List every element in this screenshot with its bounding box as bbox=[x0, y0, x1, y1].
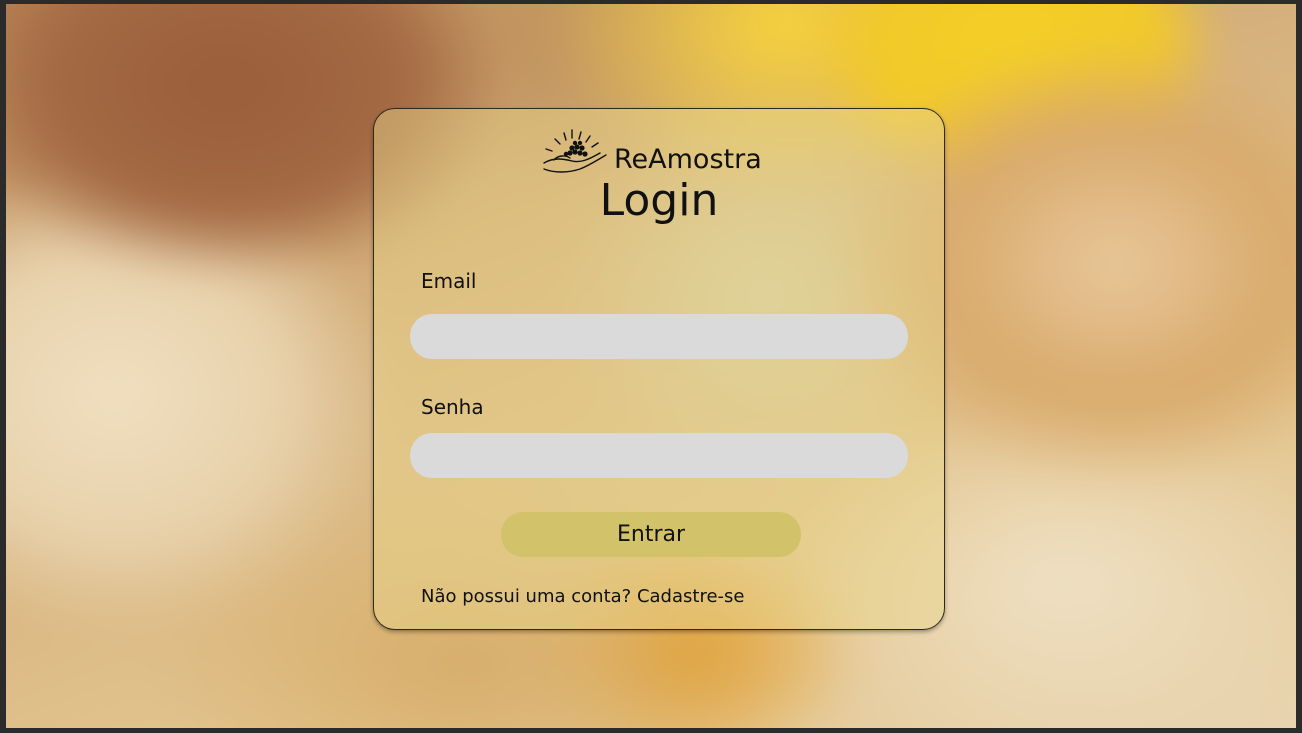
signup-link[interactable]: Cadastre-se bbox=[637, 586, 745, 607]
email-label: Email bbox=[421, 269, 477, 293]
brand-name: ReAmostra bbox=[614, 143, 762, 175]
signup-prompt-text: Não possui uma conta? bbox=[421, 586, 632, 607]
email-field[interactable] bbox=[410, 314, 908, 359]
page-title: Login bbox=[599, 175, 719, 226]
password-field[interactable] bbox=[410, 433, 908, 478]
login-button[interactable]: Entrar bbox=[501, 512, 801, 557]
app-window: ReAmostra Login Email Senha Entrar Não p… bbox=[6, 4, 1296, 728]
login-card: ReAmostra Login Email Senha Entrar Não p… bbox=[373, 108, 945, 630]
signup-prompt: Não possui uma conta? Cadastre-se bbox=[421, 586, 744, 607]
password-label: Senha bbox=[421, 395, 484, 419]
